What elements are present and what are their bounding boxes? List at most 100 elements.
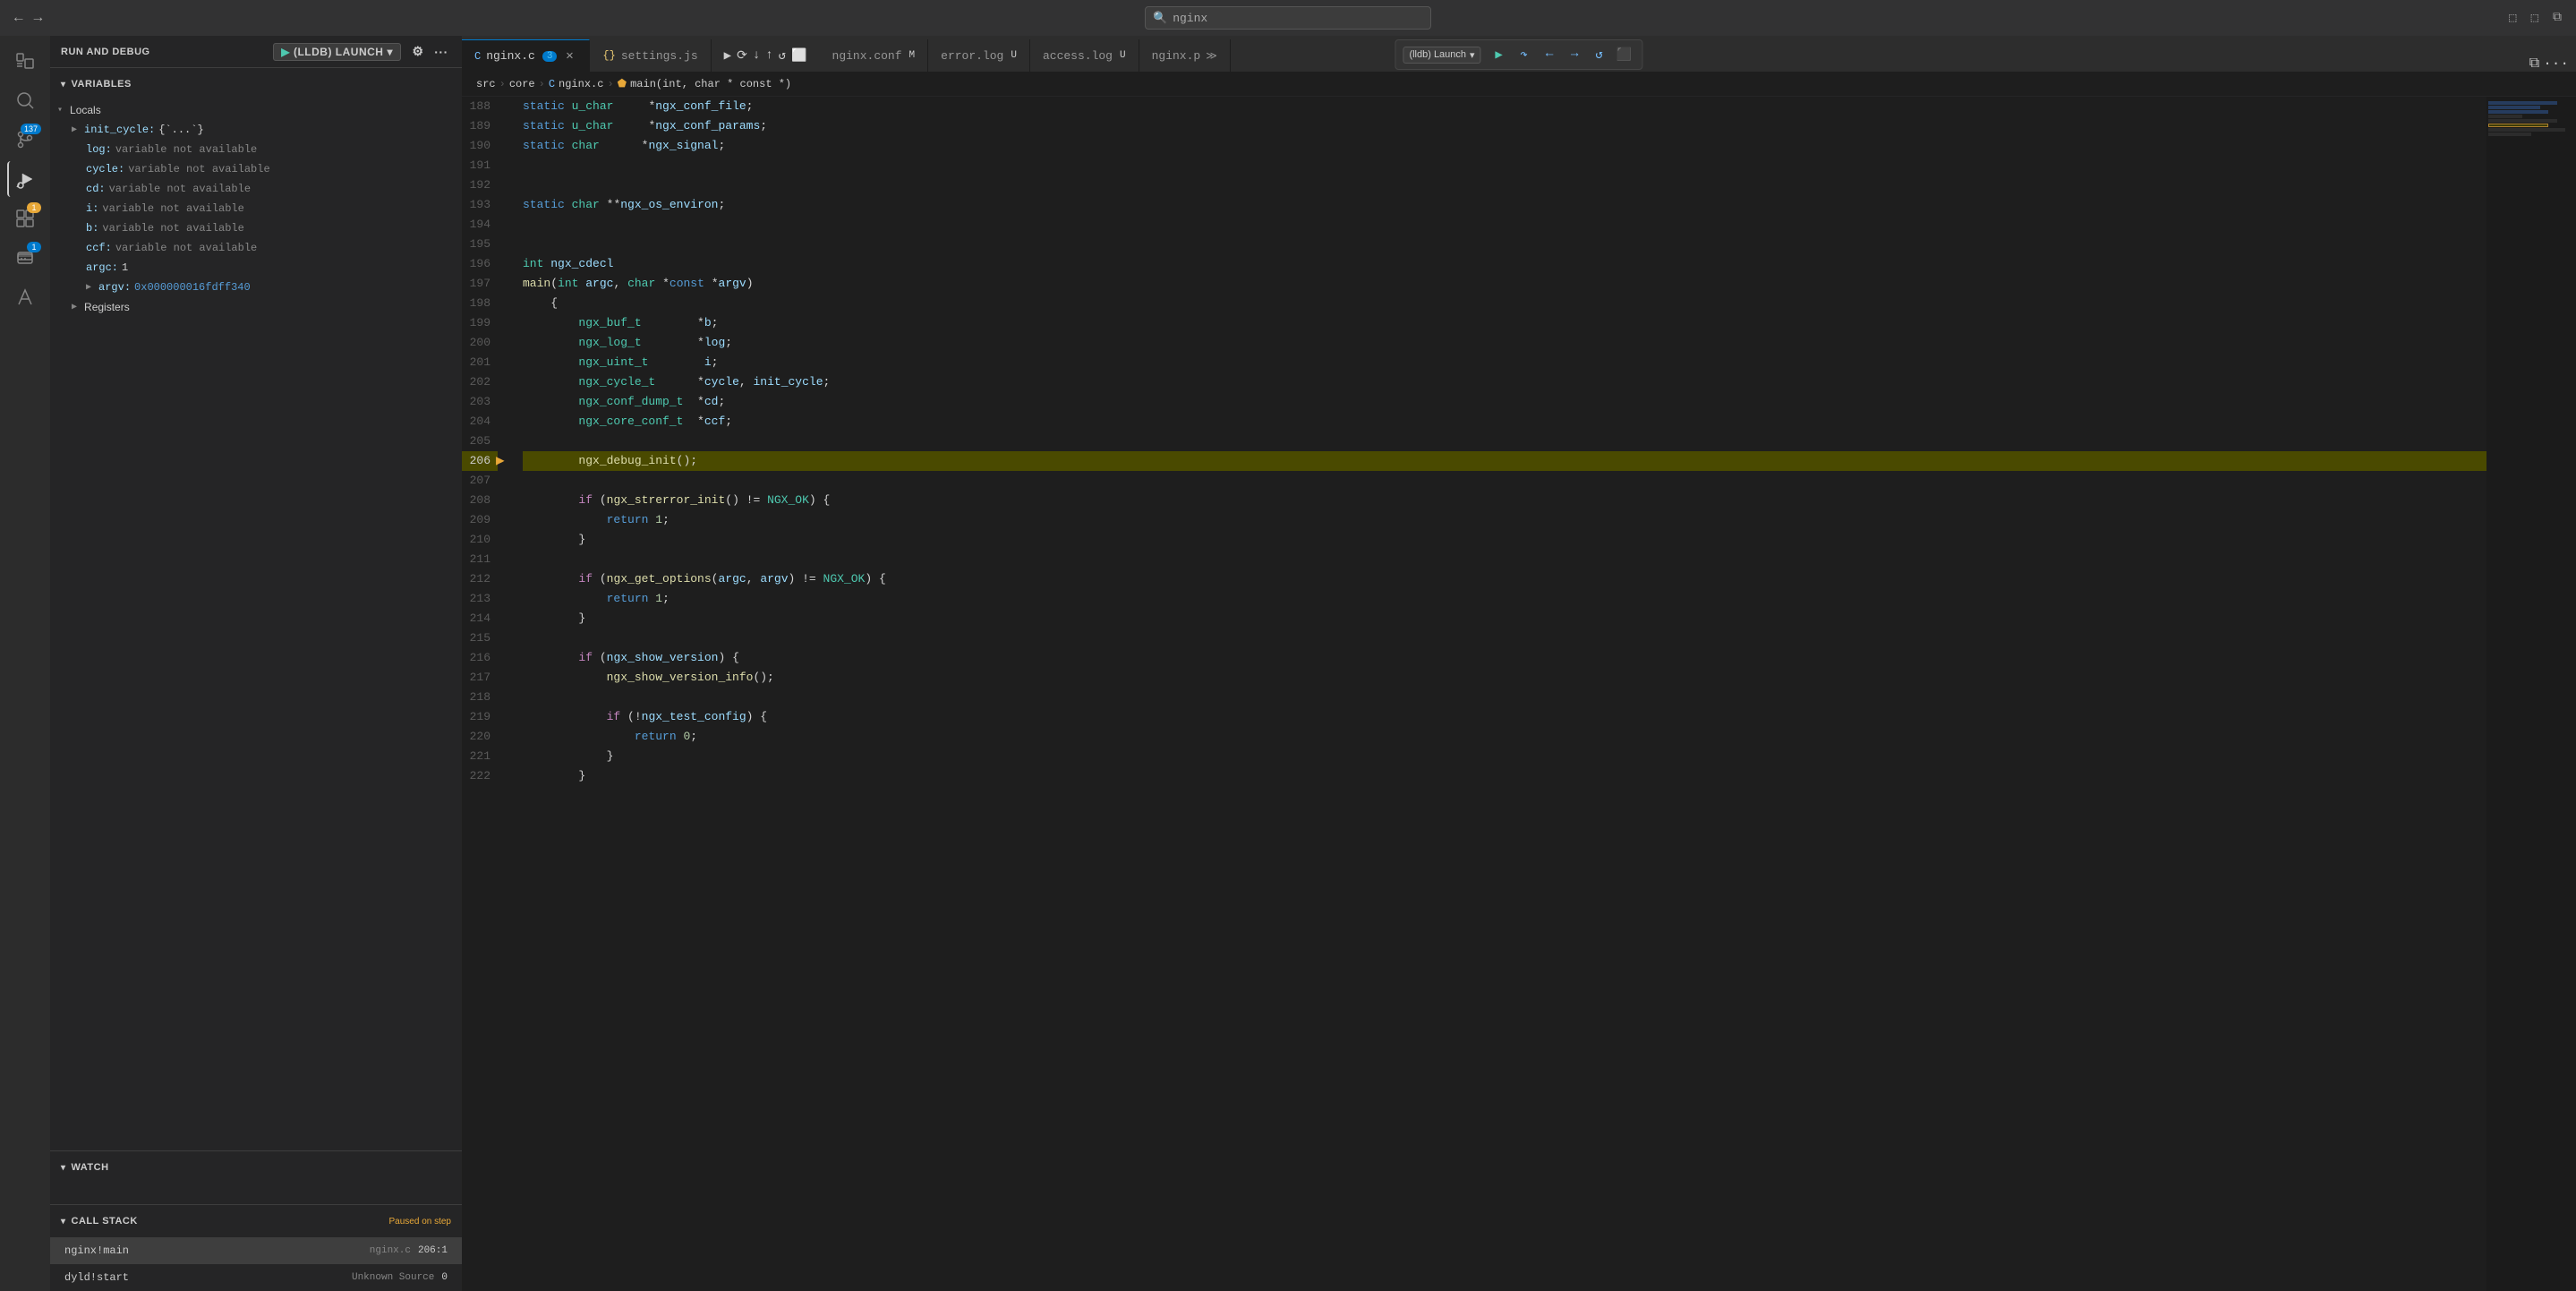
line-number-217: 217 (462, 668, 498, 688)
debug-restart-icon[interactable]: ⟳ (737, 48, 747, 64)
var-b[interactable]: b: variable not available (50, 218, 462, 238)
code-content: 1881891901911921931941951961971981992002… (462, 97, 2576, 1291)
var-argc[interactable]: argc: 1 (50, 258, 462, 278)
nav-back-button[interactable]: ← (14, 10, 23, 26)
callstack-item-main[interactable]: nginx!main nginx.c 206:1 (50, 1237, 462, 1264)
code-editor[interactable]: 1881891901911921931941951961971981992002… (462, 97, 2576, 1291)
var-cd[interactable]: cd: variable not available (50, 179, 462, 199)
settings-gear-button[interactable]: ⚙ (408, 42, 428, 62)
tab-more-icon[interactable]: ≫ (1206, 49, 1217, 63)
line-number-218: 218 (462, 688, 498, 707)
debug-toolbar-config[interactable]: (lldb) Launch ▾ (1403, 47, 1480, 64)
line-number-209: 209 (462, 510, 498, 530)
line-number-192: 192 (462, 175, 498, 195)
tab-access-log[interactable]: access.log U (1030, 39, 1139, 72)
var-name-init-cycle: init_cycle: (84, 124, 155, 136)
debug-stepout-icon[interactable]: ↑ (765, 48, 772, 63)
tab-settings-js[interactable]: {} settings.js (590, 39, 711, 72)
line-number-214: 214 (462, 609, 498, 628)
continue-button[interactable]: ▶ (1488, 44, 1510, 65)
tab-nginx-conf[interactable]: nginx.conf M (820, 39, 929, 72)
code-line-198: { (523, 294, 2486, 313)
debug-config-label: (lldb) Launch (294, 46, 383, 58)
var-init-cycle[interactable]: ▶ init_cycle: {`...`} (50, 120, 462, 140)
activity-item-remote[interactable]: 1 (7, 240, 43, 276)
activity-item-source-control[interactable]: 137 (7, 122, 43, 158)
var-val-log: variable not available (115, 143, 257, 156)
debug-config-dropdown[interactable]: ▶ (lldb) Launch ▾ (273, 43, 401, 61)
var-argv[interactable]: ▶ argv: 0x000000016fdff340 (50, 278, 462, 297)
step-out-button[interactable]: ↑ (1564, 44, 1585, 65)
breadcrumb-nginx-c[interactable]: Cnginx.c (549, 78, 604, 90)
callstack-status: Paused on step (389, 1217, 452, 1227)
run-debug-header: RUN AND DEBUG ▶ (lldb) Launch ▾ ⚙ ··· (50, 36, 462, 68)
var-i[interactable]: i: variable not available (50, 199, 462, 218)
layout-icon-2[interactable]: ⬚ (2531, 11, 2538, 26)
debug-toolbar: (lldb) Launch ▾ ▶ ↷ ↓ ↑ ↺ ⬛ (1395, 39, 1642, 70)
layout-icon-3[interactable]: ⧉ (2553, 11, 2562, 25)
breadcrumb-core[interactable]: core (509, 78, 535, 90)
code-line-213: return 1; (523, 589, 2486, 609)
var-val-ccf: variable not available (115, 242, 257, 254)
toolbar-chevron-icon: ▾ (1470, 49, 1475, 61)
locals-chevron: ▾ (57, 105, 63, 115)
line-number-210: 210 (462, 530, 498, 550)
code-line-190: static char *ngx_signal; (523, 136, 2486, 156)
code-line-205 (523, 432, 2486, 451)
step-over-button[interactable]: ↷ (1514, 44, 1535, 65)
nav-forward-button[interactable]: → (34, 10, 43, 26)
breadcrumb-main[interactable]: ⬟main(int, char * const *) (618, 77, 791, 90)
locals-group-header[interactable]: ▾ Locals (50, 100, 462, 120)
debug-stepinto-icon[interactable]: ↓ (753, 48, 760, 63)
watch-section-header[interactable]: ▾ WATCH (50, 1151, 462, 1184)
breadcrumb-src[interactable]: src (476, 78, 496, 90)
code-lines: static u_char *ngx_conf_file;static u_ch… (516, 97, 2486, 1291)
extensions-badge: 1 (27, 202, 41, 213)
registers-group-header[interactable]: ▶ Registers (50, 297, 462, 317)
callstack-fn-start: dyld!start (64, 1271, 129, 1284)
more-editor-actions-icon[interactable]: ··· (2543, 56, 2569, 72)
code-line-215 (523, 628, 2486, 648)
debug-stop-icon[interactable]: ⬜ (791, 48, 806, 64)
var-val-i: variable not available (102, 202, 243, 215)
var-name-b: b: (86, 222, 98, 235)
debug-continue-icon[interactable]: ↺ (779, 48, 786, 64)
tab-nginx-c[interactable]: C nginx.c 3 ✕ (462, 39, 590, 72)
stop-button[interactable]: ⬛ (1614, 44, 1635, 65)
titlebar-search[interactable]: 🔍 nginx (1145, 6, 1431, 30)
var-val-init-cycle: {`...`} (158, 124, 203, 136)
line-number-199: 199 (462, 313, 498, 333)
activity-item-extensions[interactable]: 1 (7, 201, 43, 236)
var-log[interactable]: log: variable not available (50, 140, 462, 159)
line-number-194: 194 (462, 215, 498, 235)
var-cycle[interactable]: cycle: variable not available (50, 159, 462, 179)
tab-error-log[interactable]: error.log U (928, 39, 1030, 72)
line-number-211: 211 (462, 550, 498, 569)
line-number-212: 212 (462, 569, 498, 589)
minimap[interactable] (2486, 97, 2576, 1291)
debug-run-icon[interactable]: ▶ (724, 48, 731, 64)
tab-toolbar-actions: ▶ ⟳ ↓ ↑ ↺ ⬜ (712, 39, 820, 72)
more-actions-button[interactable]: ··· (431, 42, 451, 62)
activity-item-gitlens[interactable] (7, 279, 43, 315)
split-editor-icon[interactable]: ⧉ (2529, 56, 2539, 72)
variables-section-header[interactable]: ▾ VARIABLES (50, 68, 462, 100)
callstack-fn-main: nginx!main (64, 1244, 129, 1257)
step-into-button[interactable]: ↓ (1539, 44, 1560, 65)
tab-close-nginx-c[interactable]: ✕ (562, 49, 576, 64)
callstack-item-start[interactable]: dyld!start Unknown Source 0 (50, 1264, 462, 1291)
activity-item-search[interactable] (7, 82, 43, 118)
registers-label: Registers (84, 301, 130, 313)
callstack-title: CALL STACK (72, 1216, 138, 1227)
var-ccf[interactable]: ccf: variable not available (50, 238, 462, 258)
activity-item-explorer[interactable] (7, 43, 43, 79)
tab-nginx-p[interactable]: nginx.p ≫ (1139, 39, 1231, 72)
activity-item-run-debug[interactable] (7, 161, 43, 197)
restart-button[interactable]: ↺ (1589, 44, 1610, 65)
code-line-195 (523, 235, 2486, 254)
layout-icon-1[interactable]: ⬚ (2509, 11, 2516, 26)
callstack-header[interactable]: ▾ CALL STACK Paused on step (50, 1205, 462, 1237)
callstack-line-main: 206:1 (418, 1245, 448, 1256)
var-name-i: i: (86, 202, 98, 215)
tab-modified-error-log: U (1011, 50, 1017, 61)
